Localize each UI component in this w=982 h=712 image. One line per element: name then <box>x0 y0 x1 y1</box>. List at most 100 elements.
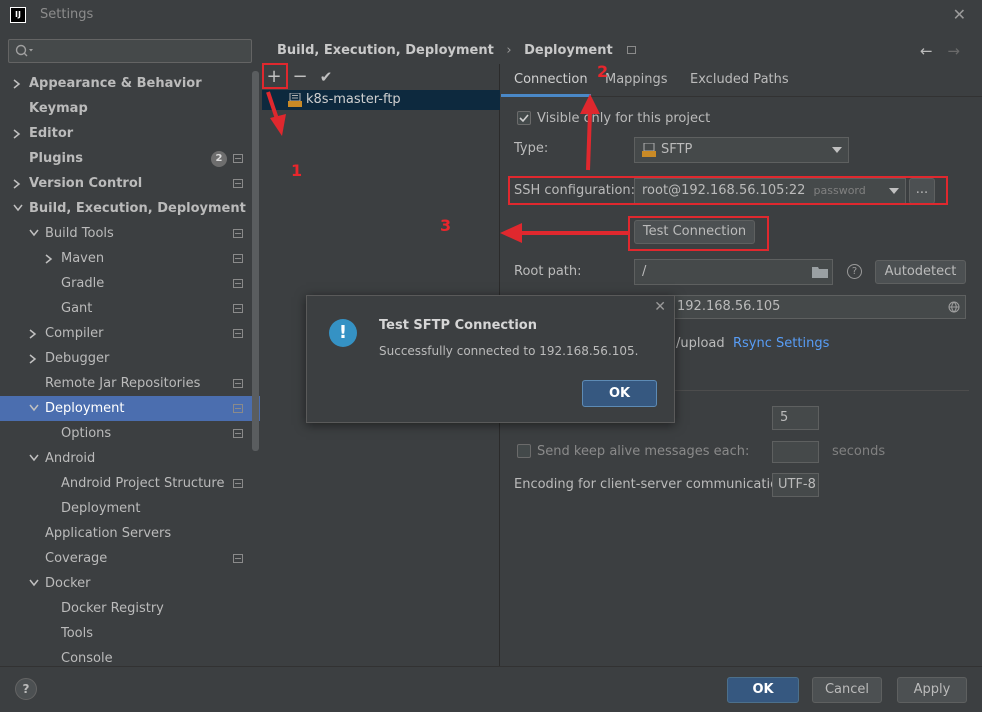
tree-item[interactable]: Console <box>0 646 260 666</box>
tab-excluded-paths[interactable]: Excluded Paths <box>690 72 789 87</box>
tree-item[interactable]: Keymap <box>0 96 260 121</box>
tab-mappings[interactable]: Mappings <box>605 72 668 87</box>
test-sftp-dialog: ✕ ! Test SFTP Connection Successfully co… <box>306 295 675 423</box>
encoding-select[interactable]: UTF-8 <box>772 473 819 497</box>
chevron-right-icon[interactable] <box>12 121 24 146</box>
tree-item[interactable]: Application Servers <box>0 521 260 546</box>
title-bar: IJ Settings ✕ <box>0 0 982 30</box>
project-level-icon <box>233 429 243 438</box>
chevron-right-icon[interactable] <box>44 246 56 271</box>
project-level-icon <box>233 279 243 288</box>
tree-item[interactable]: Appearance & Behavior <box>0 71 260 96</box>
intellij-logo-icon: IJ <box>10 7 26 23</box>
dialog-ok-button[interactable]: OK <box>582 380 657 407</box>
keep-alive-input[interactable] <box>772 441 819 463</box>
chevron-down-icon[interactable] <box>12 196 24 221</box>
dialog-close-icon[interactable]: ✕ <box>654 299 666 315</box>
root-path-label: Root path: <box>514 264 582 279</box>
server-item-k8s-master-ftp[interactable]: k8s-master-ftp <box>262 90 500 110</box>
ok-button[interactable]: OK <box>727 677 799 703</box>
tree-item[interactable]: Docker Registry <box>0 596 260 621</box>
help-icon[interactable]: ? <box>847 264 862 279</box>
tree-item[interactable]: Docker <box>0 571 260 596</box>
forward-icon[interactable]: → <box>947 42 960 60</box>
update-count-badge: 2 <box>211 151 227 167</box>
nav-arrows: ← → <box>920 42 960 60</box>
tree-item[interactable]: Maven <box>0 246 260 271</box>
tree-item-label: Remote Jar Repositories <box>45 376 201 391</box>
chevron-down-icon[interactable] <box>28 396 40 421</box>
tree-item[interactable]: Gant <box>0 296 260 321</box>
tree-item-label: Android <box>45 451 96 466</box>
tree-item[interactable]: Debugger <box>0 346 260 371</box>
cancel-button[interactable]: Cancel <box>812 677 882 703</box>
breadcrumb-parent[interactable]: Build, Execution, Deployment <box>277 43 494 58</box>
tree-item-label: Deployment <box>61 501 141 516</box>
remove-server-button[interactable]: − <box>290 68 310 88</box>
help-button[interactable]: ? <box>15 678 37 700</box>
chevron-down-icon[interactable] <box>28 221 40 246</box>
window-title: Settings <box>40 7 94 22</box>
chevron-right-icon[interactable] <box>12 71 24 96</box>
window-close-icon[interactable]: ✕ <box>953 5 966 24</box>
type-label: Type: <box>514 141 549 156</box>
tree-item-label: Editor <box>29 126 74 141</box>
chevron-down-icon[interactable] <box>28 446 40 471</box>
keep-alive-label: Send keep alive messages each: <box>537 444 750 459</box>
dialog-title: Test SFTP Connection <box>379 318 537 333</box>
tree-item[interactable]: Deployment <box>0 496 260 521</box>
folder-icon[interactable] <box>812 266 828 278</box>
annotation-number-2: 2 <box>597 62 609 81</box>
tree-item[interactable]: Deployment <box>0 396 260 421</box>
tab-connection[interactable]: Connection <box>514 72 588 87</box>
breadcrumb: Build, Execution, Deployment › Deploymen… <box>277 43 637 58</box>
tree-item[interactable]: Compiler <box>0 321 260 346</box>
tree-item[interactable]: Build Tools <box>0 221 260 246</box>
rsync-settings-link[interactable]: Rsync Settings <box>733 336 829 351</box>
tree-item[interactable]: Editor <box>0 121 260 146</box>
autodetect-button[interactable]: Autodetect <box>875 260 966 284</box>
tree-item-label: Deployment <box>45 401 125 416</box>
tree-item[interactable]: Version Control <box>0 171 260 196</box>
globe-icon[interactable] <box>948 301 960 313</box>
project-level-icon <box>233 154 243 163</box>
keep-alive-checkbox[interactable] <box>517 444 531 458</box>
tree-item-label: Docker <box>45 576 91 591</box>
chevron-right-icon[interactable] <box>12 171 24 196</box>
settings-search-input[interactable] <box>8 39 252 63</box>
type-select[interactable]: SFTP <box>634 137 849 163</box>
chevron-right-icon[interactable] <box>28 346 40 371</box>
sftp-type-icon <box>642 143 656 157</box>
tree-item[interactable]: Plugins 2 <box>0 146 260 171</box>
tree-item[interactable]: Android Project Structure <box>0 471 260 496</box>
tree-scrollbar[interactable] <box>252 71 259 451</box>
tree-item[interactable]: Coverage <box>0 546 260 571</box>
settings-tree: Appearance & Behavior Keymap Editor Plugins… <box>0 71 260 666</box>
tree-item[interactable]: Remote Jar Repositories <box>0 371 260 396</box>
annotation-arrow-3 <box>500 223 628 243</box>
upload-path-text: /upload <box>676 336 725 351</box>
annotation-number-1: 1 <box>291 161 303 180</box>
annotation-box-add <box>262 63 288 89</box>
annotation-box-ssh <box>508 176 948 205</box>
tree-item[interactable]: Build, Execution, Deployment <box>0 196 260 221</box>
dialog-message: Successfully connected to 192.168.56.105… <box>379 344 639 358</box>
chevron-right-icon[interactable] <box>28 321 40 346</box>
timeout-input[interactable]: 5 <box>772 406 819 430</box>
apply-checkmark-button[interactable]: ✔ <box>316 68 336 88</box>
tree-item-label: Options <box>61 426 112 441</box>
tree-item-label: Plugins <box>29 151 83 166</box>
root-path-input[interactable]: / <box>634 259 833 285</box>
apply-button[interactable]: Apply <box>897 677 967 703</box>
tree-item-label: Compiler <box>45 326 104 341</box>
tree-item[interactable]: Options <box>0 421 260 446</box>
sftp-server-icon <box>288 93 302 107</box>
web-server-url-input[interactable]: 192.168.56.105 <box>634 295 966 319</box>
back-icon[interactable]: ← <box>920 42 933 60</box>
tree-item[interactable]: Gradle <box>0 271 260 296</box>
tree-item[interactable]: Android <box>0 446 260 471</box>
visible-only-checkbox[interactable] <box>517 111 531 125</box>
tree-item[interactable]: Tools <box>0 621 260 646</box>
project-level-icon <box>233 304 243 313</box>
chevron-down-icon[interactable] <box>28 571 40 596</box>
